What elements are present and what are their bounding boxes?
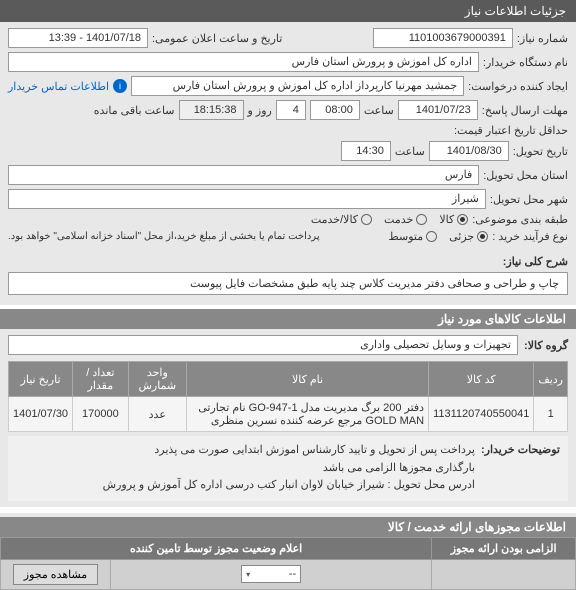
radio-both[interactable]: کالا/خدمت	[311, 213, 372, 226]
cell-qty: 170000	[73, 397, 129, 432]
radio-medium[interactable]: متوسط	[389, 230, 438, 243]
deadline-time-field: 08:00	[310, 100, 360, 120]
page-header: جزئیات اطلاعات نیاز	[0, 0, 576, 22]
province-field: فارس	[8, 165, 479, 185]
col-unit: واحد شمارش	[128, 362, 186, 397]
days-and-label: روز و	[248, 104, 272, 117]
radio-goods[interactable]: کالا	[439, 213, 468, 226]
time-label-2: ساعت	[395, 145, 425, 158]
auth-section-title: اطلاعات مجوزهای ارائه خدمت / کالا	[0, 517, 576, 537]
form-area: شماره نیاز: 1101003679000391 تاریخ و ساع…	[0, 22, 576, 253]
delivery-date-field: 1401/08/30	[429, 141, 509, 161]
city-field: شیراز	[8, 189, 486, 209]
col-row: ردیف	[534, 362, 568, 397]
group-field: تجهیزات و وسایل تحصیلی واداری	[8, 335, 518, 355]
time-label-1: ساعت	[364, 104, 394, 117]
remaining-label: ساعت باقی مانده	[94, 104, 175, 117]
auth-row: -- ▾ مشاهده مجوز	[1, 559, 576, 589]
page-title: جزئیات اطلاعات نیاز	[465, 4, 566, 18]
delivery-date-label: تاریخ تحویل:	[513, 145, 568, 158]
desc-label: شرح کلی نیاز:	[503, 255, 568, 268]
info-icon: i	[113, 79, 127, 93]
payment-note: پرداخت تمام یا بخشی از مبلغ خرید،از محل …	[8, 231, 320, 242]
goods-section-title: اطلاعات کالاهای مورد نیاز	[0, 309, 576, 329]
credit-min-label: حداقل تاریخ اعتبار قیمت:	[454, 124, 568, 137]
org-label: نام دستگاه خریدار:	[483, 56, 568, 69]
need-no-field: 1101003679000391	[373, 28, 513, 48]
requester-label: ایجاد کننده درخواست:	[468, 80, 568, 93]
col-need-date: تاریخ نیاز	[9, 362, 73, 397]
auth-table: الزامی بودن ارائه مجوز اعلام وضعیت مجوز …	[0, 537, 576, 590]
countdown-field: 18:15:38	[179, 100, 244, 120]
auth-status-select[interactable]: -- ▾	[241, 565, 301, 583]
province-label: استان محل تحویل:	[483, 169, 568, 182]
contact-link[interactable]: اطلاعات تماس خریدار	[8, 80, 109, 93]
budget-radio-group: کالا خدمت کالا/خدمت	[311, 213, 468, 226]
cell-unit: عدد	[128, 397, 186, 432]
announce-field: 1401/07/18 - 13:39	[8, 28, 148, 48]
cell-row: 1	[534, 397, 568, 432]
delivery-time-field: 14:30	[341, 141, 391, 161]
col-code: کد کالا	[429, 362, 534, 397]
requester-field: جمشید مهرنیا کارپرداز اداره کل اموزش و پ…	[131, 76, 464, 96]
radio-service[interactable]: خدمت	[384, 213, 427, 226]
view-auth-button[interactable]: مشاهده مجوز	[13, 564, 98, 585]
deadline-date-field: 1401/07/23	[398, 100, 478, 120]
auth-action-cell: مشاهده مجوز	[1, 559, 111, 589]
radio-partial[interactable]: جزئی	[449, 230, 488, 243]
cell-name: دفتر 200 برگ مدیریت مدل GO-947-1 نام تجا…	[186, 397, 428, 432]
buyer-notes-box: توضیحات خریدار: پرداخت پس از تحویل و تای…	[8, 436, 568, 501]
auth-col-mandatory: الزامی بودن ارائه مجوز	[432, 537, 576, 559]
group-label: گروه کالا:	[524, 339, 568, 352]
table-row: 1 1131120740550041 دفتر 200 برگ مدیریت م…	[9, 397, 568, 432]
days-field: 4	[276, 100, 306, 120]
cell-code: 1131120740550041	[429, 397, 534, 432]
buyer-notes-label: توضیحات خریدار:	[481, 442, 560, 495]
col-name: نام کالا	[186, 362, 428, 397]
auth-status-cell: -- ▾	[111, 559, 432, 589]
city-label: شهر محل تحویل:	[490, 193, 568, 206]
buyer-notes-text: پرداخت پس از تحویل و تایید کارشناس اموزش…	[103, 442, 475, 495]
org-field: اداره کل اموزش و پرورش استان فارس	[8, 52, 479, 72]
desc-text: چاپ و طراحی و صحافی دفتر مدیریت کلاس چند…	[190, 278, 559, 290]
cell-need-date: 1401/07/30	[9, 397, 73, 432]
auth-col-status: اعلام وضعیت مجوز توسط تامین کننده	[1, 537, 432, 559]
col-qty: تعداد / مقدار	[73, 362, 129, 397]
goods-table: ردیف کد کالا نام کالا واحد شمارش تعداد /…	[8, 361, 568, 432]
desc-box: چاپ و طراحی و صحافی دفتر مدیریت کلاس چند…	[8, 272, 568, 295]
need-no-label: شماره نیاز:	[517, 32, 568, 45]
budget-label: طبقه بندی موضوعی:	[472, 213, 568, 226]
auth-mandatory-cell	[432, 559, 576, 589]
chevron-down-icon: ▾	[246, 570, 250, 579]
deadline-label: مهلت ارسال پاسخ:	[482, 104, 568, 117]
announce-label: تاریخ و ساعت اعلان عمومی:	[152, 32, 282, 45]
process-label: نوع فرآیند خرید :	[492, 230, 568, 243]
process-radio-group: جزئی متوسط	[389, 230, 489, 243]
